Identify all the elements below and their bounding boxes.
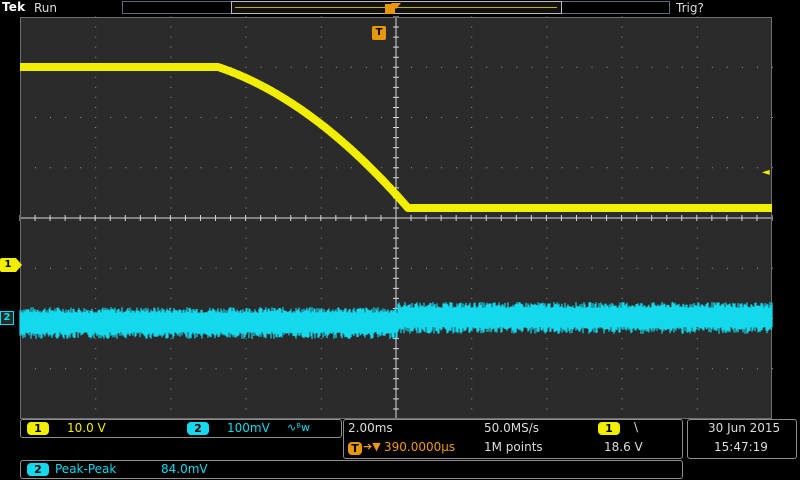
ch1-ground-marker[interactable]: 1 bbox=[0, 258, 22, 272]
channel-readout-panel[interactable]: 1 10.0 V 2 100mV ∿ᴮw bbox=[20, 419, 342, 438]
ch2-badge: 2 bbox=[187, 422, 209, 435]
graticule-grid bbox=[19, 16, 773, 419]
trigger-position-icon[interactable]: T bbox=[372, 26, 386, 40]
trigger-position: 390.0000µs bbox=[384, 440, 456, 454]
trigger-top-marker bbox=[385, 3, 401, 14]
trigger-source-badge: 1 bbox=[598, 422, 620, 435]
bandwidth-limit-icon: ∿ᴮw bbox=[287, 421, 310, 434]
trigger-slope-icon: \ bbox=[634, 420, 639, 434]
trigger-level: 18.6 V bbox=[604, 440, 643, 454]
date: 30 Jun 2015 bbox=[708, 421, 781, 435]
measurement-name: Peak-Peak bbox=[55, 462, 117, 476]
ch2-ground-marker[interactable]: 2 bbox=[0, 311, 14, 325]
ch1-badge: 1 bbox=[27, 422, 49, 435]
trigger-level-icon[interactable]: ◄ bbox=[762, 167, 770, 178]
measurement-value: 84.0mV bbox=[161, 462, 208, 476]
horizontal-scale: 2.00ms bbox=[348, 421, 393, 435]
ch1-scale: 10.0 V bbox=[67, 421, 106, 435]
time: 15:47:19 bbox=[714, 440, 768, 454]
sample-rate: 50.0MS/s bbox=[484, 421, 539, 435]
measurement-panel[interactable]: 2 Peak-Peak 84.0mV bbox=[20, 460, 683, 479]
trigger-icon: T bbox=[348, 442, 362, 455]
ch2-scale: 100mV bbox=[227, 421, 270, 435]
timebase-panel[interactable]: 2.00ms 50.0MS/s 1 \ T ➔▼ 390.0000µs 1M p… bbox=[343, 419, 683, 459]
waveform-svg bbox=[17, 3, 775, 419]
record-length: 1M points bbox=[484, 440, 543, 454]
datetime-panel: 30 Jun 2015 15:47:19 bbox=[687, 419, 797, 459]
measurement-source-badge: 2 bbox=[27, 463, 49, 476]
timeline-trigger-icon bbox=[385, 4, 395, 14]
trigger-arrow-icon: ➔▼ bbox=[363, 440, 381, 453]
